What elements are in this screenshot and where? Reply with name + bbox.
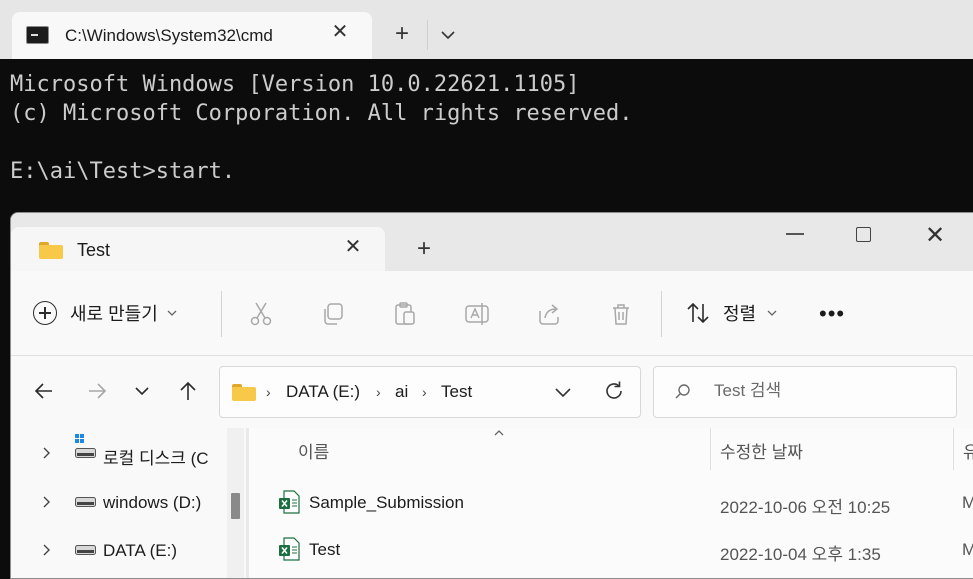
column-header-name[interactable]: 이름 [298, 438, 329, 463]
chevron-down-icon [167, 310, 177, 316]
file-row[interactable]: Sample_Submission 2022-10-06 오전 10:25 M [249, 481, 973, 525]
breadcrumb-item[interactable]: Test [441, 382, 472, 402]
close-tab-button[interactable]: ✕ [328, 20, 352, 44]
maximize-button[interactable] [856, 227, 871, 242]
command-prompt-icon [26, 26, 49, 44]
nav-item-local-disk-c[interactable]: 로컬 디스크 (C [11, 432, 241, 476]
explorer-title-bar: Test ✕ + ✕ [11, 213, 973, 271]
plus-circle-icon [33, 301, 57, 325]
delete-icon[interactable] [608, 301, 634, 327]
new-item-button[interactable]: 새로 만들기 [33, 295, 178, 331]
file-explorer-window: Test ✕ + ✕ 새로 만들기 정렬 ••• › DATA (E:) › a… [10, 212, 973, 579]
column-header-type[interactable]: 유 [963, 438, 973, 463]
terminal-prompt-line: E:\ai\Test>start. [10, 159, 236, 184]
explorer-body: 로컬 디스크 (C windows (D:) DATA (E:) 이름 수정한 … [11, 428, 973, 578]
nav-item-data-e[interactable]: DATA (E:) [11, 529, 241, 573]
chevron-down-icon [767, 310, 777, 316]
excel-icon [279, 490, 300, 514]
chevron-right-icon[interactable] [40, 543, 54, 557]
nav-item-label: windows (D:) [103, 493, 202, 512]
nav-item-label: 로컬 디스크 (C [103, 449, 209, 468]
new-tab-button[interactable]: + [412, 237, 436, 261]
new-item-label: 새로 만들기 [70, 304, 158, 324]
file-row[interactable]: Test 2022-10-04 오후 1:35 M [249, 528, 973, 572]
explorer-tab[interactable]: Test ✕ [11, 227, 385, 271]
file-modified-date: 2022-10-04 오후 1:35 [720, 545, 881, 564]
navigation-row: › DATA (E:) › ai › Test [11, 356, 973, 428]
forward-arrow-icon[interactable] [86, 380, 108, 402]
column-header-modified[interactable]: 수정한 날짜 [720, 438, 803, 463]
recent-locations-chevron-icon[interactable] [131, 380, 153, 402]
terminal-tab-title: C:\Windows\System32\cmd [65, 26, 273, 45]
terminal-line: (c) Microsoft Corporation. All rights re… [10, 101, 633, 126]
refresh-icon[interactable] [602, 379, 626, 403]
copy-icon[interactable] [320, 301, 346, 327]
explorer-tab-title: Test [77, 240, 111, 260]
toolbar-divider [661, 291, 662, 337]
nav-item-windows-d[interactable]: windows (D:) [11, 481, 241, 525]
navigation-pane: 로컬 디스크 (C windows (D:) DATA (E:) [11, 428, 246, 578]
file-name: Sample_Submission [309, 493, 464, 512]
file-list: 이름 수정한 날짜 유 Sample_Submission 2022-10-06… [249, 428, 973, 578]
share-icon[interactable] [536, 301, 562, 327]
close-window-button[interactable]: ✕ [923, 221, 947, 251]
terminal-output[interactable]: Microsoft Windows [Version 10.0.22621.11… [10, 70, 633, 186]
breadcrumb-chevron-icon[interactable]: › [266, 384, 271, 400]
chevron-right-icon[interactable] [40, 495, 54, 509]
file-type: M [962, 540, 973, 560]
drive-icon [75, 545, 96, 555]
address-dropdown-icon[interactable] [552, 381, 574, 403]
folder-icon [39, 240, 63, 259]
tab-divider [427, 20, 428, 50]
nav-item-label: DATA (E:) [103, 541, 177, 560]
file-name: Test [309, 540, 341, 559]
toolbar-divider [221, 291, 222, 337]
close-tab-button[interactable]: ✕ [341, 235, 365, 259]
new-tab-button[interactable]: + [390, 22, 414, 46]
breadcrumb-chevron-icon[interactable]: › [376, 384, 381, 400]
folder-icon [232, 382, 256, 401]
breadcrumb-item[interactable]: ai [395, 382, 408, 402]
terminal-tab-bar: C:\Windows\System32\cmd ✕ + [0, 0, 973, 59]
column-divider[interactable] [710, 428, 711, 470]
drive-icon [75, 497, 96, 507]
sort-arrows-icon [687, 302, 709, 324]
back-arrow-icon[interactable] [33, 380, 55, 402]
terminal-line: ​ [10, 128, 633, 157]
chevron-right-icon[interactable] [40, 446, 54, 460]
command-bar: 새로 만들기 정렬 ••• [11, 271, 973, 356]
search-input[interactable] [712, 380, 936, 402]
cut-icon[interactable] [248, 301, 274, 327]
column-divider[interactable] [953, 428, 954, 470]
search-box[interactable] [653, 366, 957, 418]
system-drive-icon [75, 448, 96, 458]
paste-icon[interactable] [392, 301, 418, 327]
sort-button[interactable]: 정렬 [685, 295, 778, 331]
rename-icon[interactable] [464, 301, 490, 327]
search-icon [675, 384, 690, 399]
minimize-button[interactable] [786, 233, 804, 235]
breadcrumb-item[interactable]: DATA (E:) [286, 382, 360, 402]
file-modified-date: 2022-10-06 오전 10:25 [720, 498, 891, 517]
file-type: M [962, 493, 973, 513]
excel-icon [279, 537, 300, 561]
chevron-down-icon[interactable] [437, 24, 459, 46]
scrollbar-thumb[interactable] [231, 493, 240, 519]
more-options-button[interactable]: ••• [819, 301, 847, 327]
address-bar[interactable]: › DATA (E:) › ai › Test [219, 366, 641, 418]
terminal-tab[interactable]: C:\Windows\System32\cmd ✕ [12, 12, 372, 59]
sort-label: 정렬 [723, 304, 757, 324]
navigation-scrollbar[interactable] [227, 428, 244, 578]
terminal-line: Microsoft Windows [Version 10.0.22621.11… [10, 72, 580, 97]
up-arrow-icon[interactable] [177, 380, 199, 402]
breadcrumb-chevron-icon[interactable]: › [422, 384, 427, 400]
windows-logo-icon [75, 434, 84, 443]
sort-ascending-caret-icon [494, 430, 504, 436]
